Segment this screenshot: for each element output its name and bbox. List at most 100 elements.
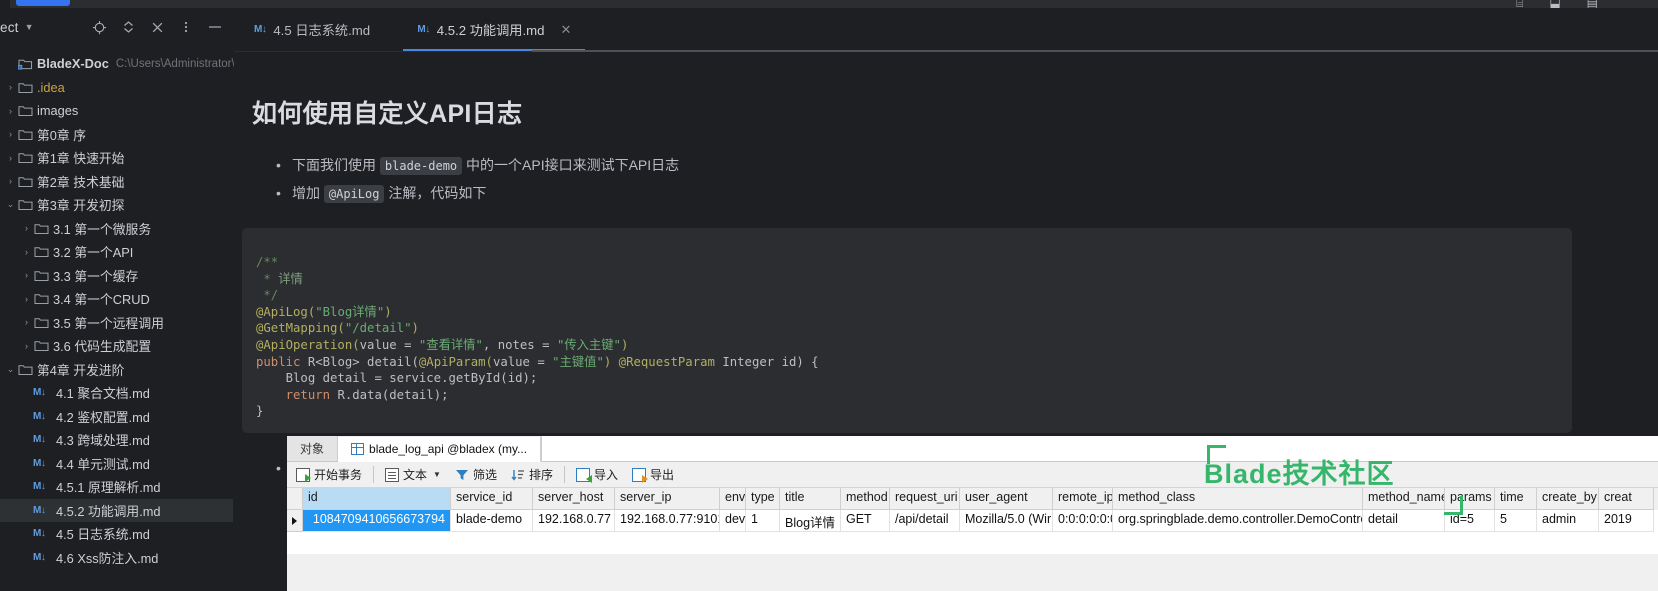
column-header[interactable]: server_ip <box>615 488 720 510</box>
toolbar-button[interactable]: 导出 <box>625 463 681 487</box>
tree-item[interactable]: › 第1章 快速开始 <box>0 146 233 170</box>
tree-item[interactable]: ›M↓ 4.2 鉴权配置.md <box>0 405 233 429</box>
tree-item[interactable]: ›M↓ 4.4 单元测试.md <box>0 452 233 476</box>
table-cell[interactable]: dev <box>720 510 746 532</box>
table-cell[interactable]: Blog详情 <box>780 510 841 532</box>
toolbar-button[interactable]: 排序 <box>504 463 560 487</box>
tab-close-icon[interactable]: ✕ <box>560 22 571 38</box>
tree-item-label: 3.1 第一个微服务 <box>53 221 152 237</box>
list-item: 下面我们使用 blade-demo 中的一个API接口来测试下API日志 <box>276 152 1658 180</box>
tree-item[interactable]: › 3.3 第一个缓存 <box>0 264 233 288</box>
close-icon[interactable] <box>149 19 165 35</box>
toolbar-button[interactable]: 开始事务 <box>289 463 369 487</box>
tree-item[interactable]: › 第2章 技术基础 <box>0 170 233 194</box>
chevron-right-icon[interactable]: › <box>4 129 17 139</box>
chevron-right-icon[interactable]: › <box>20 247 33 257</box>
table-cell[interactable]: org.springblade.demo.controller.DemoCont… <box>1113 510 1363 532</box>
table-cell[interactable]: 1084709410656673794 <box>303 510 451 532</box>
table-cell[interactable]: 0:0:0:0:0:0: <box>1053 510 1113 532</box>
column-header[interactable]: create_by <box>1537 488 1599 510</box>
code-line: */ <box>256 287 1572 304</box>
chevron-down-icon[interactable]: ⌄ <box>4 199 17 210</box>
column-header[interactable]: method_name <box>1363 488 1445 510</box>
toolbar-button[interactable]: 筛选 <box>448 463 504 487</box>
column-header[interactable]: server_host <box>533 488 615 510</box>
editor-tab[interactable]: M↓ 4.5.2 功能调用.md ✕ <box>403 8 586 51</box>
tree-item-label: 4.2 鉴权配置.md <box>56 409 150 425</box>
tree-item[interactable]: › .idea <box>0 76 233 100</box>
table-cell[interactable]: 2019 <box>1599 510 1654 532</box>
toolbar-button-label: 文本 <box>403 468 428 482</box>
panel-action-icons <box>91 19 233 35</box>
table-cell[interactable]: 192.168.0.77 <box>533 510 615 532</box>
chevron-right-icon[interactable]: › <box>20 223 33 233</box>
column-header[interactable]: env <box>720 488 746 510</box>
tree-item[interactable]: ›M↓ 4.1 聚合文档.md <box>0 381 233 405</box>
table-cell[interactable]: 192.168.0.77:9101 <box>615 510 720 532</box>
tree-item[interactable]: › 3.5 第一个远程调用 <box>0 311 233 335</box>
column-header[interactable]: method <box>841 488 890 510</box>
current-row-indicator-icon <box>292 516 297 525</box>
column-header[interactable]: type <box>746 488 780 510</box>
chevron-down-icon[interactable]: ⌄ <box>4 364 17 375</box>
tree-item[interactable]: ›M↓ 4.5 日志系统.md <box>0 522 233 546</box>
tree-item[interactable]: › 3.6 代码生成配置 <box>0 334 233 358</box>
tree-item[interactable]: › images <box>0 99 233 123</box>
project-file-tree: › BladeX-Doc C:\Users\Administrator\D ›.… <box>0 46 243 570</box>
tree-item[interactable]: › 3.4 第一个CRUD <box>0 287 233 311</box>
tree-item[interactable]: › 第0章 序 <box>0 123 233 147</box>
column-header[interactable]: user_agent <box>960 488 1053 510</box>
table-cell[interactable]: admin <box>1537 510 1599 532</box>
toolbar-button[interactable]: 文本 ▼ <box>378 463 448 487</box>
chevron-right-icon[interactable]: › <box>4 153 17 163</box>
table-cell[interactable]: 1 <box>746 510 780 532</box>
tree-item[interactable]: ⌄ 第3章 开发初探 <box>0 193 233 217</box>
table-cell[interactable]: 5 <box>1495 510 1537 532</box>
navicat-tab[interactable]: blade_log_api @bladex (my... <box>338 437 542 462</box>
more-options-icon[interactable] <box>178 19 194 35</box>
column-header[interactable]: id <box>303 488 451 510</box>
column-header[interactable]: title <box>780 488 841 510</box>
folder-icon <box>33 269 50 282</box>
table-cell[interactable]: GET <box>841 510 890 532</box>
tree-item[interactable]: ›M↓ 4.6 Xss防注入.md <box>0 546 233 570</box>
column-header[interactable]: creat <box>1599 488 1654 510</box>
chevron-down-icon[interactable]: ▼ <box>25 22 34 32</box>
table-cell[interactable]: blade-demo <box>451 510 533 532</box>
toolbar-button[interactable]: 导入 <box>569 463 625 487</box>
watermark-text: Blade技术社区 <box>1204 459 1395 489</box>
minimize-icon[interactable] <box>207 19 223 35</box>
navicat-tab[interactable]: 对象 <box>287 436 339 461</box>
column-header[interactable]: remote_ip <box>1053 488 1113 510</box>
chevron-right-icon[interactable]: › <box>4 176 17 186</box>
table-cell[interactable]: detail <box>1363 510 1445 532</box>
editor-tab[interactable]: M↓ 4.5 日志系统.md <box>240 8 384 51</box>
chevron-right-icon[interactable]: › <box>20 270 33 280</box>
tree-item[interactable]: › 3.2 第一个API <box>0 240 233 264</box>
chevron-down-icon[interactable]: ▼ <box>433 470 441 479</box>
expand-collapse-icon[interactable] <box>120 19 136 35</box>
chevron-right-icon[interactable]: › <box>4 82 17 92</box>
table-cell[interactable]: /api/detail <box>890 510 960 532</box>
tree-project-root[interactable]: › BladeX-Doc C:\Users\Administrator\D <box>0 52 243 76</box>
chevron-right-icon[interactable]: › <box>20 294 33 304</box>
column-header[interactable]: method_class <box>1113 488 1363 510</box>
tree-item[interactable]: ›M↓ 4.5.1 原理解析.md <box>0 475 233 499</box>
row-selector[interactable] <box>287 510 303 532</box>
column-header[interactable]: request_uri <box>890 488 960 510</box>
column-header[interactable]: service_id <box>451 488 533 510</box>
tree-item[interactable]: › 3.1 第一个微服务 <box>0 217 233 241</box>
locate-icon[interactable] <box>91 19 107 35</box>
tree-item[interactable]: ⌄ 第4章 开发进阶 <box>0 358 233 382</box>
chevron-right-icon[interactable]: › <box>20 317 33 327</box>
table-cell[interactable]: Mozilla/5.0 (Wir <box>960 510 1053 532</box>
chevron-right-icon[interactable]: › <box>20 341 33 351</box>
column-header[interactable]: time <box>1495 488 1537 510</box>
code-token: /** <box>256 255 279 269</box>
code-line: return R.data(detail); <box>256 387 1572 404</box>
chevron-right-icon[interactable]: › <box>4 106 17 116</box>
toolbar-button-label: 筛选 <box>472 468 497 482</box>
tree-item[interactable]: ›M↓ 4.5.2 功能调用.md <box>0 498 233 522</box>
tree-item[interactable]: ›M↓ 4.3 跨域处理.md <box>0 428 233 452</box>
project-panel-title[interactable]: ect <box>0 20 19 35</box>
